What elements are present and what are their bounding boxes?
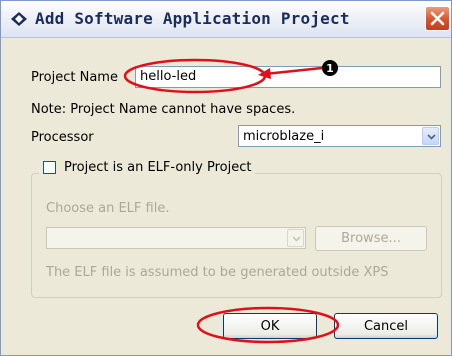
chevron-down-icon (427, 134, 436, 140)
elf-file-select[interactable] (46, 227, 306, 249)
window-title: Add Software Application Project (35, 9, 350, 28)
project-name-input[interactable]: hello-led (135, 66, 441, 88)
cancel-button[interactable]: Cancel (334, 313, 438, 339)
note-text: Note: Project Name cannot have spaces. (31, 102, 296, 117)
chevron-down-icon (292, 236, 301, 242)
processor-dropdown-button[interactable] (422, 127, 439, 145)
diamond-app-icon (11, 12, 27, 26)
browse-button[interactable]: Browse... (315, 226, 427, 251)
project-name-label: Project Name (31, 70, 118, 85)
elf-file-dropdown-button[interactable] (287, 229, 304, 247)
choose-elf-label: Choose an ELF file. (46, 201, 170, 216)
processor-value: microblaze_i (243, 129, 325, 144)
processor-label: Processor (31, 130, 94, 145)
elf-only-label[interactable]: Project is an ELF-only Project (64, 160, 251, 175)
close-icon (430, 11, 445, 26)
elf-group-legend: Project is an ELF-only Project (39, 160, 256, 175)
elf-info-text: The ELF file is assumed to be generated … (46, 265, 389, 280)
close-button[interactable] (425, 6, 450, 31)
title-bar[interactable]: Add Software Application Project (1, 1, 451, 38)
dialog-window: Add Software Application Project Project… (0, 0, 452, 356)
elf-only-checkbox[interactable] (43, 161, 56, 174)
processor-select[interactable]: microblaze_i (238, 125, 441, 147)
ok-button[interactable]: OK (223, 313, 317, 339)
